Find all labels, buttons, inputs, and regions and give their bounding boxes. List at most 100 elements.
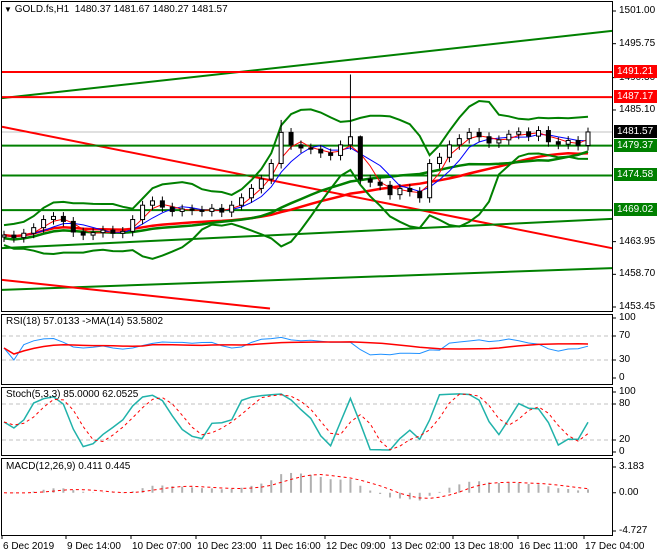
y-tick-label: 1501.00	[619, 5, 656, 16]
candle-bull	[1, 234, 7, 238]
candle-bear	[555, 141, 561, 145]
x-tick-label: 10 Dec 23:00	[197, 541, 257, 552]
candle-bull	[229, 204, 235, 213]
ohlc-values: 1480.37 1481.67 1480.27 1481.57	[74, 4, 228, 15]
level-price-label: 1487.17	[614, 90, 657, 104]
candle-bear	[318, 148, 324, 154]
candle-bear	[486, 136, 492, 144]
symbol-header: ▼ GOLD.fs,H1 1480.37 1481.67 1480.27 148…	[4, 4, 228, 16]
macd-tick-label: 0.00	[619, 486, 639, 498]
rsi-tick-label: 30	[619, 354, 631, 365]
level-price-label: 1474.58	[614, 168, 657, 182]
candle-bear	[357, 136, 363, 180]
x-tick-label: 13 Dec 02:00	[391, 541, 451, 552]
candle-bear	[526, 131, 532, 137]
candle-bull	[130, 219, 136, 232]
x-tick-label: 10 Dec 07:00	[132, 541, 192, 552]
level-price-label: 1479.37	[614, 138, 657, 152]
candle-bull	[100, 229, 106, 234]
macd-tick-label: 3.183	[619, 461, 645, 472]
candle-bull	[41, 219, 47, 229]
candle-bear	[159, 200, 165, 208]
candle-bull	[585, 131, 591, 146]
candle-bear	[288, 131, 294, 146]
stoch-tick-label: 0	[619, 446, 625, 457]
x-tick-label: 16 Dec 11:00	[519, 541, 578, 552]
candle-bull	[516, 131, 522, 135]
symbol-label: GOLD.fs,H1	[14, 4, 70, 15]
candle-bull	[120, 230, 126, 234]
candle-bull	[347, 136, 353, 146]
candle-bull	[278, 131, 284, 165]
candle-bull	[248, 187, 254, 199]
candle-bear	[308, 147, 314, 150]
candle-bear	[476, 131, 482, 138]
candle-bear	[189, 208, 195, 211]
candle-bull	[397, 187, 403, 196]
candle-bull	[466, 131, 472, 140]
y-tick-label: 1485.10	[619, 103, 656, 115]
x-tick-label: 6 Dec 2019	[3, 541, 55, 552]
candle-bear	[169, 206, 175, 212]
candle-bull	[31, 227, 37, 234]
candle-bear	[298, 144, 304, 149]
candle-bull	[140, 204, 146, 221]
candle-bull	[90, 232, 96, 236]
rsi-tick-label: 100	[619, 312, 636, 323]
candle-bear	[199, 209, 205, 212]
stoch-tick-label: 20	[619, 434, 631, 445]
x-tick-label: 17 Dec 04:00	[585, 541, 645, 552]
candle-bear	[80, 231, 86, 236]
candle-bear	[545, 130, 551, 143]
candle-bull	[506, 133, 512, 141]
rsi-tick-label: 70	[619, 330, 631, 341]
rsi-tick-label: 0	[619, 372, 625, 383]
y-tick-label: 1458.70	[619, 268, 656, 280]
x-tick-label: 9 Dec 14:00	[67, 541, 121, 552]
candle-bear	[11, 234, 17, 239]
candle-bear	[377, 181, 383, 186]
y-tick-label: 1495.75	[619, 37, 656, 49]
y-tick-label: 1463.95	[619, 235, 656, 247]
candle-bull	[149, 200, 155, 206]
candle-bull	[446, 144, 452, 158]
candle-bull	[437, 156, 443, 165]
current-price-label: 1481.57	[614, 124, 657, 138]
candle-bull	[209, 207, 215, 212]
level-price-label: 1469.02	[614, 203, 657, 217]
candle-bull	[179, 208, 185, 212]
stoch-tick-label: 100	[619, 386, 636, 397]
candle-bear	[328, 152, 334, 156]
x-tick-label: 11 Dec 16:00	[262, 541, 321, 552]
candle-bull	[338, 144, 344, 156]
rsi-title: RSI(18) 57.0133 ->MA(14) 53.5802	[6, 316, 164, 327]
macd-title: MACD(12,26,9) 0.411 0.445	[6, 461, 131, 472]
candle-bear	[70, 220, 76, 233]
candle-bear	[387, 184, 393, 196]
candle-bull	[268, 163, 274, 180]
candle-bull	[456, 138, 462, 146]
candle-bull	[50, 215, 56, 221]
candle-bull	[536, 130, 542, 137]
x-tick-label: 13 Dec 18:00	[454, 541, 514, 552]
stoch-tick-label: 80	[619, 398, 631, 409]
candle-bull	[565, 139, 571, 145]
macd-tick-label: -4.727	[619, 525, 648, 536]
candle-bear	[407, 187, 413, 193]
candle-bull	[496, 139, 502, 144]
candle-bear	[367, 178, 373, 183]
level-price-label: 1491.21	[614, 64, 657, 78]
chart-canvas[interactable]	[0, 0, 660, 560]
candle-bull	[427, 163, 433, 199]
candle-bear	[575, 139, 581, 146]
candle-bull	[239, 197, 245, 206]
stoch-title: Stoch(5,3,3) 85.0000 62.0525	[6, 389, 139, 400]
candle-bull	[258, 178, 264, 189]
candle-bear	[110, 229, 116, 234]
candle-bear	[219, 207, 225, 213]
candle-bear	[60, 215, 66, 222]
candle-bull	[21, 232, 27, 239]
triangle-down-icon[interactable]: ▼	[4, 5, 12, 14]
x-tick-label: 12 Dec 09:00	[326, 541, 386, 552]
candle-bear	[417, 191, 423, 199]
